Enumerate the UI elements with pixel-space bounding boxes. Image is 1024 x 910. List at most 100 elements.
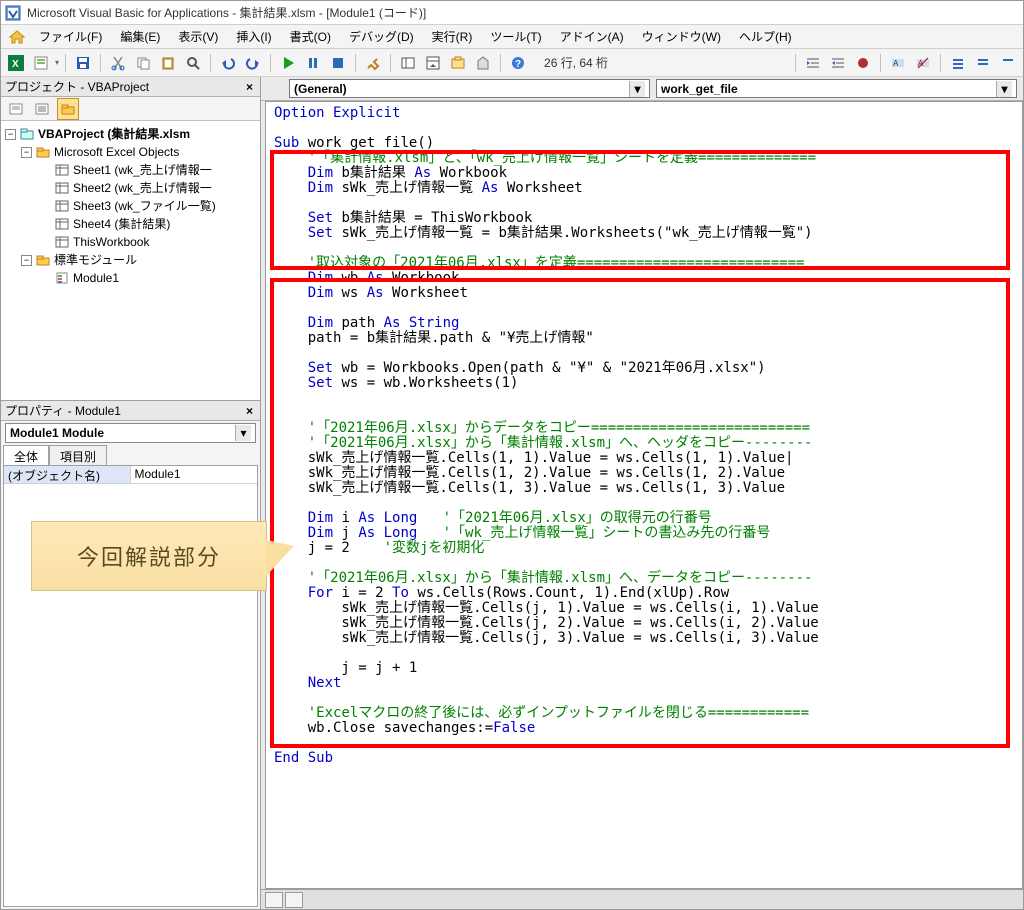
procedure-dropdown[interactable]: work_get_file ▾ bbox=[656, 79, 1017, 98]
toolbar: X ▾ ? 26 行, 64 桁 A A bbox=[1, 49, 1023, 77]
svg-text:?: ? bbox=[515, 59, 521, 70]
save-icon[interactable] bbox=[72, 52, 94, 74]
copy-icon[interactable] bbox=[132, 52, 154, 74]
undo-icon[interactable] bbox=[217, 52, 239, 74]
menu-window[interactable]: ウィンドウ(W) bbox=[634, 26, 729, 47]
code-dropdowns: (General) ▾ work_get_file ▾ bbox=[261, 77, 1023, 101]
module-icon bbox=[55, 271, 69, 285]
project-toolbar bbox=[1, 97, 260, 121]
property-name-label: (オブジェクト名) bbox=[4, 466, 131, 483]
menu-run[interactable]: 実行(R) bbox=[424, 26, 481, 47]
close-icon[interactable]: × bbox=[243, 80, 256, 94]
view-object-icon[interactable] bbox=[31, 98, 53, 120]
code-text[interactable]: Option Explicit Sub work_get_file() '「集計… bbox=[266, 102, 1022, 770]
code-editor[interactable]: Option Explicit Sub work_get_file() '「集計… bbox=[265, 101, 1023, 889]
tab-all[interactable]: 全体 bbox=[3, 445, 49, 465]
view-code-icon[interactable] bbox=[5, 98, 27, 120]
menu-tools[interactable]: ツール(T) bbox=[482, 26, 549, 47]
insert-module-icon[interactable] bbox=[30, 52, 52, 74]
help-icon[interactable]: ? bbox=[507, 52, 529, 74]
comment-icon[interactable]: A bbox=[887, 52, 909, 74]
paste-icon[interactable] bbox=[157, 52, 179, 74]
indent-icon[interactable] bbox=[802, 52, 824, 74]
home-icon[interactable] bbox=[5, 27, 29, 47]
worksheet-icon bbox=[55, 217, 69, 231]
menu-format[interactable]: 書式(O) bbox=[282, 26, 339, 47]
titlebar: Microsoft Visual Basic for Applications … bbox=[1, 1, 1023, 25]
worksheet-icon bbox=[55, 181, 69, 195]
main-area: プロジェクト - VBAProject × − VBAProject (集計結果… bbox=[1, 77, 1023, 909]
properties-pane: プロパティ - Module1 × Module1 Module ▾ 全体 項目… bbox=[1, 401, 260, 909]
menu-view[interactable]: 表示(V) bbox=[170, 26, 226, 47]
toolbox-icon[interactable] bbox=[472, 52, 494, 74]
menu-edit[interactable]: 編集(E) bbox=[112, 26, 168, 47]
find-icon[interactable] bbox=[182, 52, 204, 74]
chevron-down-icon[interactable]: ▾ bbox=[996, 81, 1012, 97]
chevron-down-icon[interactable]: ▾ bbox=[235, 425, 251, 441]
cut-icon[interactable] bbox=[107, 52, 129, 74]
project-tree[interactable]: − VBAProject (集計結果.xlsm − Microsoft Exce… bbox=[1, 121, 260, 401]
project-explorer-icon[interactable] bbox=[397, 52, 419, 74]
full-module-view-icon[interactable] bbox=[285, 892, 303, 908]
menu-insert[interactable]: 挿入(I) bbox=[228, 26, 279, 47]
folder-toggle-icon[interactable] bbox=[57, 98, 79, 120]
menubar: ファイル(F) 編集(E) 表示(V) 挿入(I) 書式(O) デバッグ(D) … bbox=[1, 25, 1023, 49]
properties-title: プロパティ - Module1 bbox=[5, 402, 121, 419]
expand-icon[interactable]: − bbox=[21, 147, 32, 158]
chevron-down-icon[interactable]: ▾ bbox=[629, 81, 645, 97]
tree-project-root[interactable]: − VBAProject (集計結果.xlsm bbox=[3, 125, 258, 143]
run-icon[interactable] bbox=[277, 52, 299, 74]
close-icon[interactable]: × bbox=[243, 404, 256, 418]
bookmark-icon[interactable] bbox=[947, 52, 969, 74]
procedure-view-icon[interactable] bbox=[265, 892, 283, 908]
stop-icon[interactable] bbox=[327, 52, 349, 74]
expand-icon[interactable]: − bbox=[21, 255, 32, 266]
worksheet-icon bbox=[55, 163, 69, 177]
tree-modules-folder[interactable]: − 標準モジュール bbox=[3, 251, 258, 269]
tree-module1[interactable]: Module1 bbox=[3, 269, 258, 287]
window-title: Microsoft Visual Basic for Applications … bbox=[27, 4, 426, 21]
project-explorer-header: プロジェクト - VBAProject × bbox=[1, 77, 260, 97]
tab-categorized[interactable]: 項目別 bbox=[49, 445, 107, 465]
menu-help[interactable]: ヘルプ(H) bbox=[731, 26, 800, 47]
outdent-icon[interactable] bbox=[827, 52, 849, 74]
redo-icon[interactable] bbox=[242, 52, 264, 74]
folder-icon bbox=[36, 145, 50, 159]
tree-objects-folder[interactable]: − Microsoft Excel Objects bbox=[3, 143, 258, 161]
expand-icon[interactable]: − bbox=[5, 129, 16, 140]
next-bookmark-icon[interactable] bbox=[972, 52, 994, 74]
annotation-callout: 今回解説部分 bbox=[31, 521, 267, 591]
vba-app-icon bbox=[5, 5, 21, 21]
menu-debug[interactable]: デバッグ(D) bbox=[341, 26, 422, 47]
excel-icon[interactable]: X bbox=[5, 52, 27, 74]
tree-sheet2[interactable]: Sheet2 (wk_売上げ情報一 bbox=[3, 179, 258, 197]
properties-header: プロパティ - Module1 × bbox=[1, 401, 260, 421]
svg-text:A: A bbox=[893, 59, 899, 68]
tree-thisworkbook[interactable]: ThisWorkbook bbox=[3, 233, 258, 251]
prev-bookmark-icon[interactable] bbox=[997, 52, 1019, 74]
pause-icon[interactable] bbox=[302, 52, 324, 74]
design-mode-icon[interactable] bbox=[362, 52, 384, 74]
left-panel: プロジェクト - VBAProject × − VBAProject (集計結果… bbox=[1, 77, 261, 909]
menu-addins[interactable]: アドイン(A) bbox=[552, 26, 632, 47]
folder-icon bbox=[36, 253, 50, 267]
tree-sheet4[interactable]: Sheet4 (集計結果) bbox=[3, 215, 258, 233]
object-browser-icon[interactable] bbox=[447, 52, 469, 74]
callout-text: 今回解説部分 bbox=[77, 540, 221, 572]
object-dropdown[interactable]: (General) ▾ bbox=[289, 79, 650, 98]
project-icon bbox=[20, 127, 34, 141]
breakpoint-icon[interactable] bbox=[852, 52, 874, 74]
svg-text:X: X bbox=[12, 59, 19, 70]
property-row[interactable]: (オブジェクト名) Module1 bbox=[4, 466, 257, 484]
cursor-position: 26 行, 64 桁 bbox=[538, 52, 614, 73]
properties-tabs: 全体 項目別 bbox=[3, 445, 258, 465]
properties-object-combo[interactable]: Module1 Module ▾ bbox=[5, 423, 256, 443]
view-buttons bbox=[261, 889, 1023, 909]
property-name-value[interactable]: Module1 bbox=[131, 466, 258, 483]
tree-sheet1[interactable]: Sheet1 (wk_売上げ情報一 bbox=[3, 161, 258, 179]
properties-icon[interactable] bbox=[422, 52, 444, 74]
menu-file[interactable]: ファイル(F) bbox=[31, 26, 110, 47]
project-explorer-title: プロジェクト - VBAProject bbox=[5, 78, 149, 95]
uncomment-icon[interactable]: A bbox=[912, 52, 934, 74]
tree-sheet3[interactable]: Sheet3 (wk_ファイル一覧) bbox=[3, 197, 258, 215]
